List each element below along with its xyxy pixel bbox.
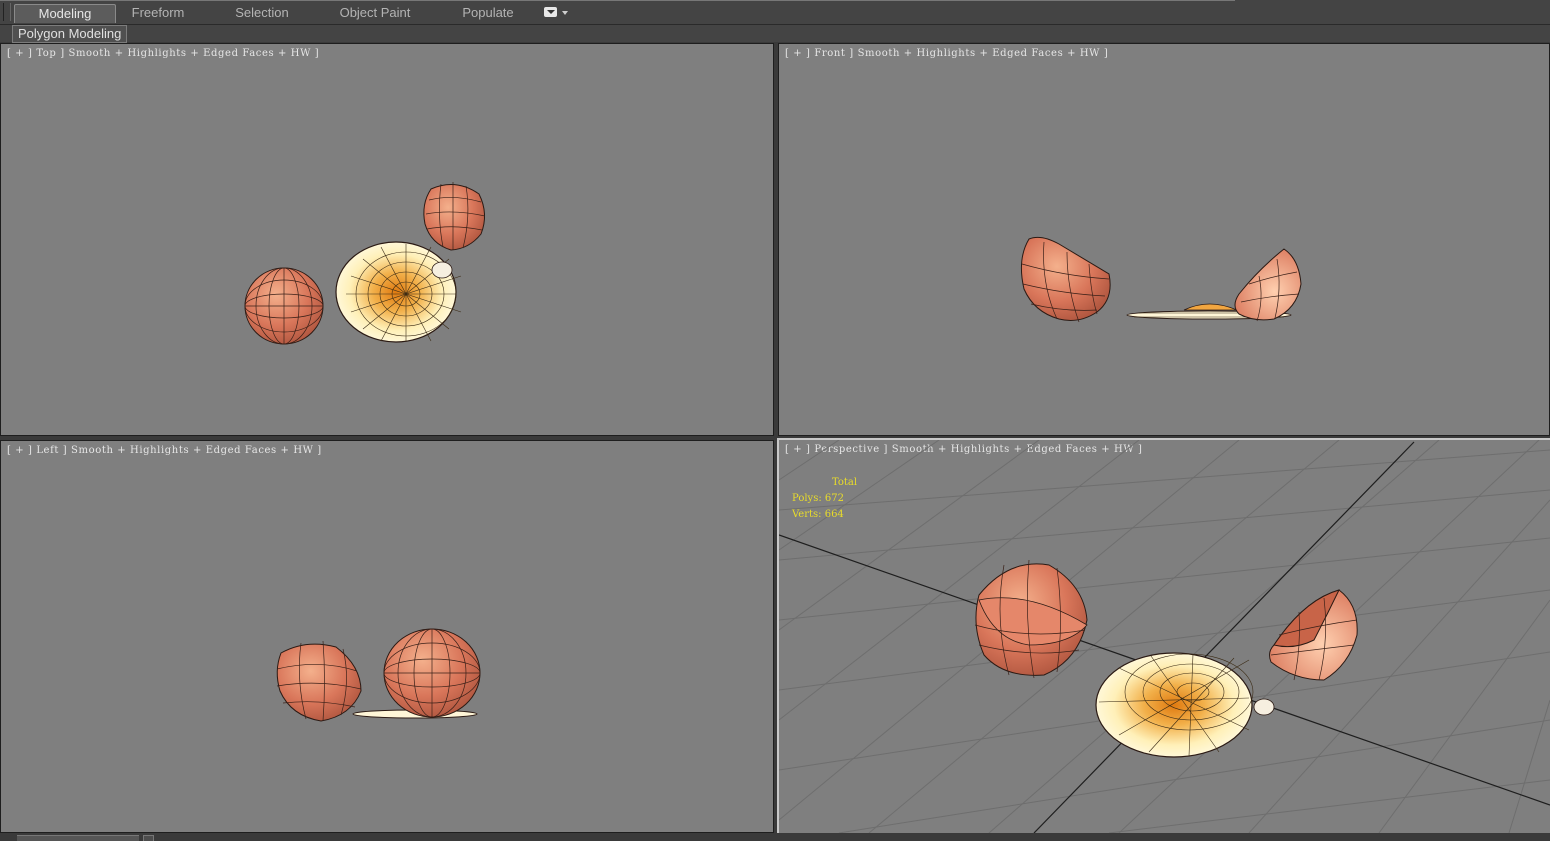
- tab-object-paint[interactable]: Object Paint: [330, 4, 420, 22]
- tab-freeform[interactable]: Freeform: [116, 4, 200, 22]
- time-slider[interactable]: [17, 835, 139, 841]
- tab-selection[interactable]: Selection: [220, 4, 304, 22]
- ribbon-options-icon: [544, 7, 557, 17]
- ribbon-tab-bar: Modeling Freeform Selection Object Paint…: [0, 0, 1550, 25]
- viewport-perspective[interactable]: [ + ] Perspective ] Smooth + Highlights …: [777, 438, 1550, 835]
- ribbon-options-dropdown[interactable]: [544, 7, 570, 19]
- ribbon-panel-bar: Polygon Modeling: [0, 25, 1550, 43]
- stats-verts: Verts: 664: [792, 509, 844, 520]
- shell-object: [276, 640, 362, 722]
- viewport-front-scene: [1020, 236, 1302, 323]
- ribbon-grip-handle[interactable]: [3, 3, 11, 21]
- shell-object: [244, 267, 324, 345]
- viewport-left[interactable]: [ + ] Left ] Smooth + Highlights + Edged…: [0, 440, 774, 833]
- viewport-top-scene: [244, 182, 486, 345]
- shell-object: [383, 628, 481, 718]
- shell-object: [1269, 589, 1358, 681]
- time-slider-next-button[interactable]: [143, 835, 154, 841]
- stats-total-label: Total: [832, 477, 858, 488]
- polygon-modeling-panel[interactable]: Polygon Modeling: [12, 25, 128, 43]
- viewport-top[interactable]: [ + ] Top ] Smooth + Highlights + Edged …: [0, 43, 774, 436]
- stats-polys: Polys: 672: [792, 493, 844, 504]
- ribbon-top-line: [0, 0, 1235, 1]
- plate-object: [1095, 652, 1275, 758]
- viewport-front[interactable]: [ + ] Front ] Smooth + Highlights + Edge…: [778, 43, 1550, 436]
- viewport-perspective-scene: [779, 440, 1550, 833]
- tab-modeling[interactable]: Modeling: [14, 4, 116, 23]
- shell-object: [974, 559, 1088, 679]
- tab-populate[interactable]: Populate: [446, 4, 530, 22]
- chevron-down-icon: [562, 11, 568, 15]
- viewport-left-scene: [276, 628, 481, 722]
- plate-object: [335, 241, 462, 343]
- shell-object: [423, 182, 486, 251]
- shell-object: [1234, 248, 1302, 322]
- shell-object: [1020, 236, 1111, 323]
- time-slider-strip: [0, 833, 1550, 841]
- grid-lines: [779, 440, 1550, 833]
- scene-statistics: Total Polys: 672 Verts: 664: [792, 475, 857, 523]
